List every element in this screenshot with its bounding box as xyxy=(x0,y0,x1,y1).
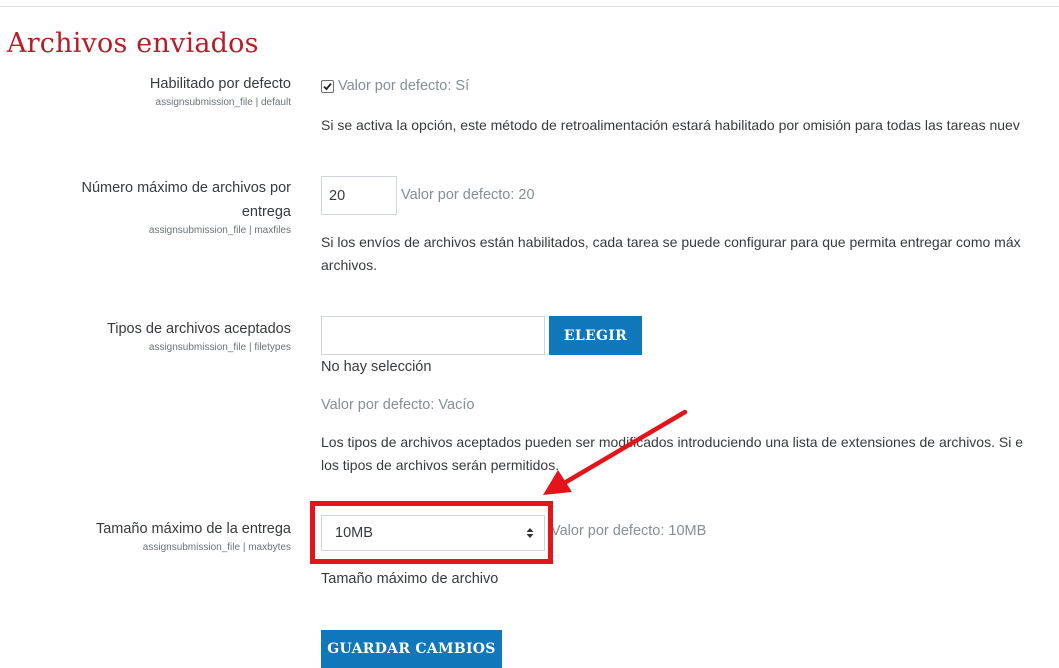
setting-key-maxbytes: assignsubmission_file | maxbytes xyxy=(142,542,291,553)
setting-label-maxbytes: Tamaño máximo de la entrega xyxy=(95,521,291,537)
choose-filetypes-button[interactable]: ELEGIR xyxy=(549,316,642,355)
top-divider xyxy=(0,6,1059,7)
maxfiles-description-2: archivos. xyxy=(321,257,378,273)
maxbytes-default: Valor por defecto: 10MB xyxy=(551,523,707,539)
section-title: Archivos enviados xyxy=(7,28,259,59)
enabled-checkbox[interactable] xyxy=(321,80,334,93)
maxfiles-description: Si los envíos de archivos están habilita… xyxy=(321,234,1021,250)
setting-label-maxfiles-2: entrega xyxy=(241,204,291,220)
maxfiles-input[interactable] xyxy=(321,176,397,215)
maxbytes-description: Tamaño máximo de archivo xyxy=(321,571,499,587)
enabled-default: Valor por defecto: Sí xyxy=(338,78,470,94)
filetypes-description-2: los tipos de archivos serán permitidos. xyxy=(321,457,560,473)
filetypes-selection: No hay selección xyxy=(321,359,432,375)
maxbytes-selected-value: 10MB xyxy=(335,525,373,541)
setting-label-enabled: Habilitado por defecto xyxy=(149,76,291,92)
filetypes-input[interactable] xyxy=(321,316,545,355)
check-icon xyxy=(323,83,332,91)
maxbytes-select[interactable]: 10MB xyxy=(321,515,545,551)
setting-key-filetypes: assignsubmission_file | filetypes xyxy=(148,342,291,353)
updown-chevron-icon xyxy=(526,528,534,538)
setting-label-maxfiles: Número máximo de archivos por xyxy=(81,180,291,196)
setting-key-maxfiles: assignsubmission_file | maxfiles xyxy=(148,225,291,236)
setting-key-enabled: assignsubmission_file | default xyxy=(155,97,291,108)
enabled-description: Si se activa la opción, este método de r… xyxy=(321,117,1020,133)
save-changes-button[interactable]: GUARDAR CAMBIOS xyxy=(321,630,502,668)
setting-label-filetypes: Tipos de archivos aceptados xyxy=(106,321,291,337)
filetypes-default: Valor por defecto: Vacío xyxy=(321,397,475,413)
maxfiles-default: Valor por defecto: 20 xyxy=(401,187,535,203)
filetypes-description: Los tipos de archivos aceptados pueden s… xyxy=(321,434,1023,450)
